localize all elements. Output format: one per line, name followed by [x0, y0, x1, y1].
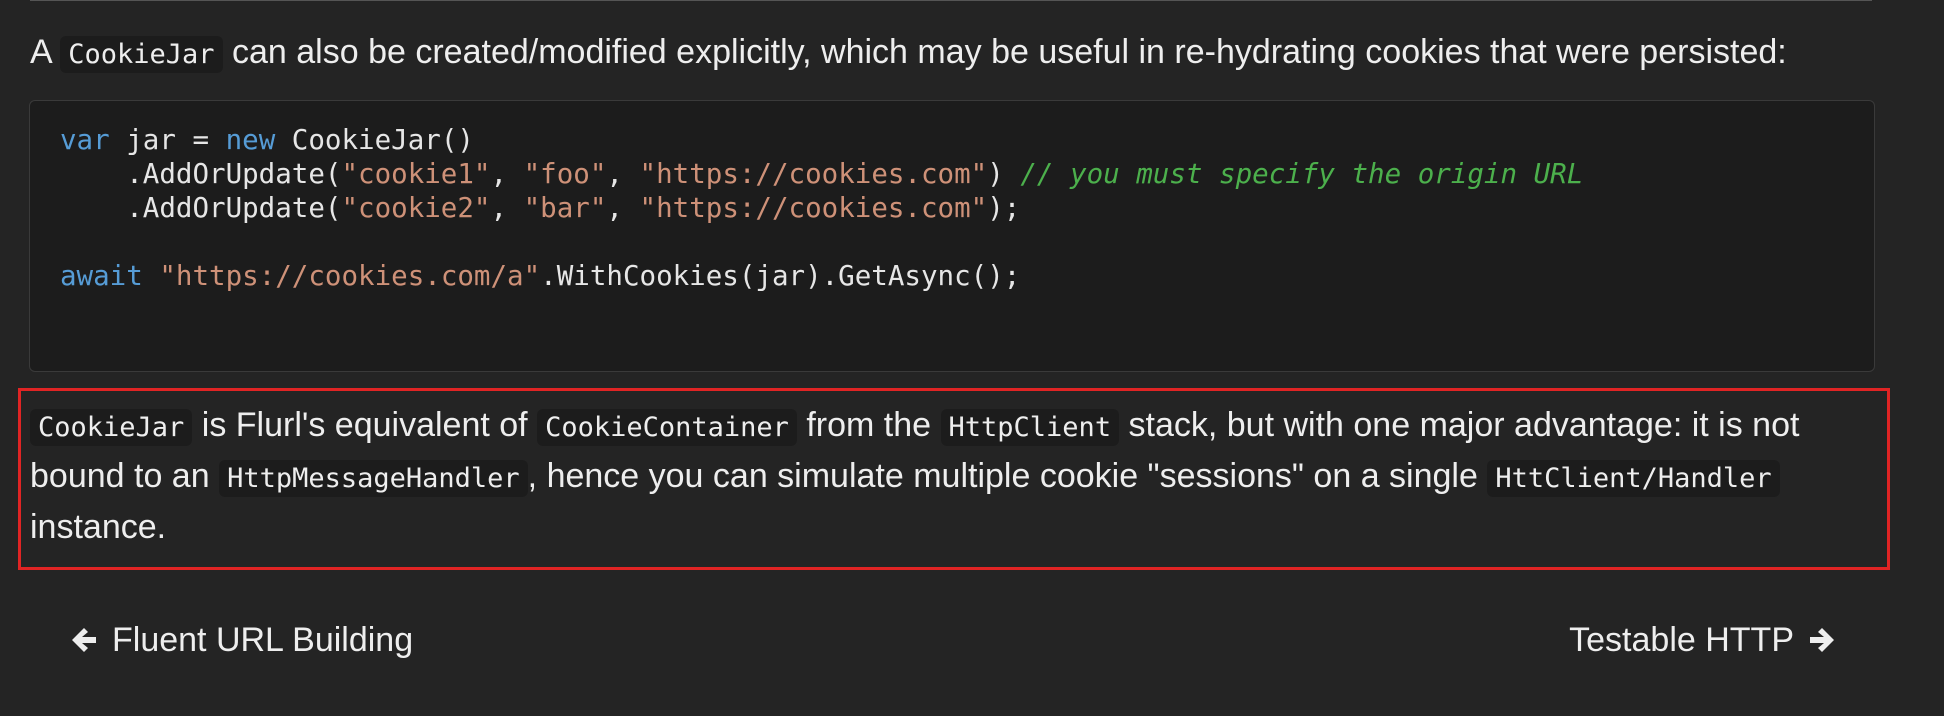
paragraph-text: from the [796, 406, 941, 444]
code-text: ) [987, 158, 1021, 190]
code-line: await "https://cookies.com/a".WithCookie… [60, 259, 1020, 293]
code-line: var jar = new CookieJar() [60, 123, 474, 157]
code-text: ); [987, 192, 1021, 224]
code-block: var jar = new CookieJar() .AddOrUpdate("… [29, 100, 1875, 372]
paragraph-text: stack, but with one major advantage: it … [1119, 406, 1800, 444]
code-comment: // you must specify the origin URL [1020, 158, 1584, 190]
code-string: "https://cookies.com" [639, 192, 988, 224]
code-text: , [490, 192, 524, 224]
paragraph-line: instance. [30, 502, 166, 552]
code-string: "https://cookies.com" [639, 158, 988, 190]
code-text: .AddOrUpdate( [60, 192, 342, 224]
inline-code: CookieJar [60, 36, 223, 73]
divider [30, 0, 1872, 1]
paragraph-text: is Flurl's equivalent of [192, 406, 538, 444]
code-string: "cookie2" [341, 192, 491, 224]
paragraph-line: bound to an HttpMessageHandler, hence yo… [30, 451, 1780, 504]
code-line: .AddOrUpdate("cookie1", "foo", "https://… [60, 157, 1583, 191]
code-string: "foo" [523, 158, 607, 190]
intro-paragraph: A CookieJar can also be created/modified… [30, 26, 1787, 81]
inline-code: HttpClient [940, 409, 1120, 446]
next-page-label: Testable HTTP [1569, 621, 1794, 659]
code-string: "https://cookies.com/a" [159, 260, 541, 292]
inline-code: HttpMessageHandler [219, 460, 528, 497]
code-text: CookieJar() [275, 124, 474, 156]
code-string: "cookie1" [341, 158, 491, 190]
paragraph-line: CookieJar is Flurl's equivalent of Cooki… [30, 400, 1799, 453]
paragraph-text: , hence you can simulate multiple cookie… [527, 457, 1488, 495]
previous-page-link[interactable]: Fluent URL Building [68, 614, 413, 666]
code-text: .AddOrUpdate( [60, 158, 342, 190]
intro-text-suffix: can also be created/modified explicitly,… [222, 33, 1787, 71]
inline-code: HttClient/Handler [1487, 460, 1780, 497]
code-text: , [606, 158, 640, 190]
code-line: .AddOrUpdate("cookie2", "bar", "https://… [60, 191, 1020, 225]
code-text: jar = [109, 124, 226, 156]
code-text: , [490, 158, 524, 190]
code-keyword: await [60, 260, 143, 292]
code-keyword: new [225, 124, 276, 156]
arrow-right-icon [1806, 624, 1838, 656]
code-keyword: var [60, 124, 110, 156]
arrow-left-icon [68, 624, 100, 656]
paragraph-text: instance. [30, 508, 167, 546]
docs-page: A CookieJar can also be created/modified… [0, 0, 1944, 716]
inline-code: CookieJar [30, 409, 193, 446]
code-string: "bar" [523, 192, 607, 224]
inline-code: CookieContainer [537, 409, 797, 446]
code-text: , [606, 192, 640, 224]
intro-text-prefix: A [30, 33, 61, 71]
previous-page-label: Fluent URL Building [112, 621, 414, 659]
next-page-link[interactable]: Testable HTTP [1569, 614, 1838, 666]
paragraph-text: bound to an [30, 457, 220, 495]
code-text: .WithCookies(jar).GetAsync(); [540, 260, 1021, 292]
